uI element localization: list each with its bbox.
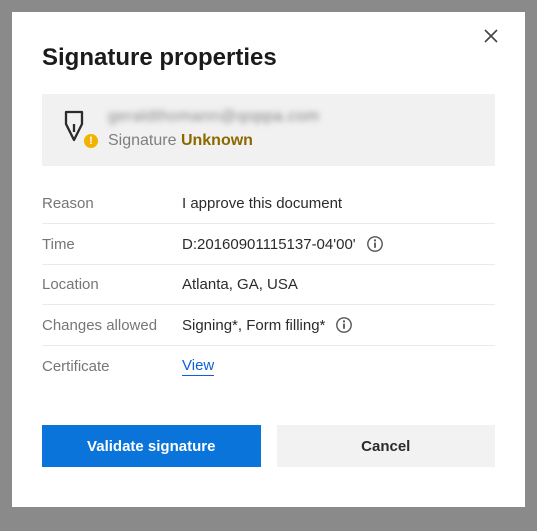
value-reason: I approve this document <box>182 195 342 212</box>
dialog-buttons: Validate signature Cancel <box>42 425 495 467</box>
close-button[interactable] <box>483 28 503 48</box>
row-changes-allowed: Changes allowed Signing*, Form filling* <box>42 305 495 346</box>
row-location: Location Atlanta, GA, USA <box>42 265 495 305</box>
dialog-title: Signature properties <box>42 44 495 72</box>
close-icon <box>483 28 499 44</box>
signer-email-blurred: geraldthomann@q <box>108 108 246 125</box>
view-certificate-link[interactable]: View <box>182 357 214 376</box>
signature-properties-dialog: Signature properties ! geraldthomann@qop… <box>12 12 525 507</box>
label-time: Time <box>42 236 182 253</box>
signature-status-line: Signature Unknown <box>108 132 477 150</box>
row-certificate: Certificate View <box>42 346 495 387</box>
signer-email-suffix: oppa.com <box>246 108 319 125</box>
label-location: Location <box>42 276 182 293</box>
signer-email: geraldthomann@qoppa.com <box>108 108 477 126</box>
info-icon[interactable] <box>366 235 384 253</box>
properties-list: Reason I approve this document Time D:20… <box>42 184 495 387</box>
row-time: Time D:20160901115137-04'00' <box>42 224 495 265</box>
validate-signature-button[interactable]: Validate signature <box>42 425 261 467</box>
row-reason: Reason I approve this document <box>42 184 495 224</box>
label-reason: Reason <box>42 195 182 212</box>
label-certificate: Certificate <box>42 358 182 375</box>
warning-badge-icon: ! <box>84 134 98 148</box>
signature-pen-icon: ! <box>60 110 92 146</box>
value-changes-allowed: Signing*, Form filling* <box>182 317 325 334</box>
info-icon[interactable] <box>335 316 353 334</box>
signature-label: Signature <box>108 132 177 149</box>
label-changes-allowed: Changes allowed <box>42 317 182 334</box>
cancel-button[interactable]: Cancel <box>277 425 496 467</box>
value-location: Atlanta, GA, USA <box>182 276 298 293</box>
signer-card: ! geraldthomann@qoppa.com Signature Unkn… <box>42 94 495 166</box>
value-time: D:20160901115137-04'00' <box>182 236 356 253</box>
signature-status: Unknown <box>181 132 253 149</box>
